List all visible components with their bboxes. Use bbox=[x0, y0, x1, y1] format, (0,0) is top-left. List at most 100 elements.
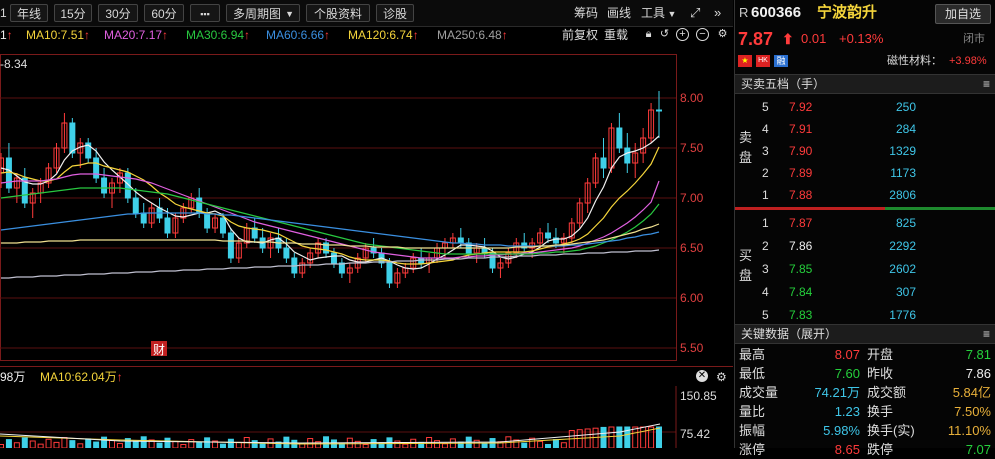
volume-bar bbox=[172, 440, 179, 448]
volume-bar bbox=[227, 438, 234, 448]
key-value: 7.86 bbox=[965, 366, 991, 381]
ma5-label: 1↑ bbox=[0, 28, 13, 42]
settings-gear-icon[interactable]: ⚙ bbox=[716, 367, 727, 387]
add-watchlist-button[interactable]: 加自选 bbox=[935, 4, 991, 24]
level: 4 bbox=[762, 285, 769, 299]
vol-ma5-label: 98万 bbox=[0, 370, 26, 384]
volume: 1173 bbox=[890, 166, 916, 180]
sell-row[interactable]: 4 7.91 284 bbox=[735, 119, 995, 139]
buy-row[interactable]: 4 7.84 307 bbox=[735, 282, 995, 302]
candle-body bbox=[616, 127, 623, 149]
candle-body bbox=[386, 262, 393, 284]
buy-row[interactable]: 2 7.86 2292 bbox=[735, 236, 995, 256]
volume: 250 bbox=[895, 100, 916, 114]
ma60-label: MA60:6.66↑ bbox=[266, 28, 331, 42]
candle-body bbox=[204, 212, 211, 229]
buy-row[interactable]: 3 7.85 2602 bbox=[735, 259, 995, 279]
keydata-row: 量比 1.23 换手 7.50% bbox=[735, 402, 995, 421]
ma250-label: MA250:6.48↑ bbox=[437, 28, 508, 42]
period-15min-button[interactable]: 15分 bbox=[54, 4, 92, 22]
up-arrow-icon: ⬆ bbox=[782, 31, 794, 47]
volume-chart[interactable]: 150.85 75.42 bbox=[0, 386, 733, 448]
overlay-button[interactable]: 重载 bbox=[604, 26, 628, 44]
key-value: 8.07 bbox=[834, 347, 860, 362]
keydata-row: 最高 8.07 开盘 7.81 bbox=[735, 345, 995, 364]
orderbook-header[interactable]: 买卖五档（手） ≡ bbox=[735, 74, 995, 94]
menu-icon[interactable]: ≡ bbox=[983, 75, 990, 93]
volume: 2602 bbox=[889, 262, 916, 276]
y-tick-label: 7.50 bbox=[680, 141, 704, 155]
fullscreen-icon[interactable]: ⤢ bbox=[690, 4, 700, 22]
volume: 307 bbox=[895, 285, 916, 299]
diagnose-button[interactable]: 诊股 bbox=[376, 4, 414, 22]
level: 3 bbox=[762, 262, 769, 276]
volume: 825 bbox=[895, 216, 916, 230]
sell-row[interactable]: 3 7.90 1329 bbox=[735, 141, 995, 161]
volume: 2292 bbox=[889, 239, 916, 253]
adjust-button[interactable]: 前复权 bbox=[562, 26, 598, 44]
period-year-button[interactable]: 年线 bbox=[10, 4, 48, 22]
concept-label[interactable]: 磁性材料： bbox=[887, 53, 942, 69]
y-tick-label: 7.00 bbox=[680, 191, 704, 205]
buy-row[interactable]: 1 7.87 825 bbox=[735, 213, 995, 233]
price: 7.85 bbox=[789, 262, 813, 276]
volume: 284 bbox=[895, 122, 916, 136]
level: 5 bbox=[762, 100, 769, 114]
candle-body bbox=[132, 197, 139, 214]
price: 7.90 bbox=[789, 144, 813, 158]
volume-bar bbox=[69, 440, 76, 448]
volume-bar bbox=[632, 426, 639, 448]
volume-bar bbox=[0, 444, 4, 448]
zoom-in-icon[interactable]: + bbox=[676, 28, 689, 41]
tags-line: ★ HK 融 磁性材料： +3.98% bbox=[735, 53, 995, 69]
keydata-row: 振幅 5.98% 换手(实) 11.10% bbox=[735, 421, 995, 440]
key-label: 换手(实) bbox=[867, 423, 915, 438]
volume-bar bbox=[560, 442, 567, 448]
sell-row[interactable]: 5 7.92 250 bbox=[735, 97, 995, 117]
chips-button[interactable]: 筹码 bbox=[574, 4, 598, 22]
period-60min-button[interactable]: 60分 bbox=[144, 4, 184, 22]
volume-bar bbox=[45, 438, 52, 448]
draw-line-button[interactable]: 画线 bbox=[607, 4, 631, 22]
price: 7.88 bbox=[789, 188, 813, 202]
key-label: 最低 bbox=[739, 366, 766, 381]
period-30min-button[interactable]: 30分 bbox=[98, 4, 138, 22]
volume-bar bbox=[53, 441, 60, 448]
menu-icon[interactable]: ≡ bbox=[983, 325, 990, 343]
keydata-header[interactable]: 关键数据（展开） ≡ bbox=[735, 324, 995, 344]
sell-row[interactable]: 2 7.89 1173 bbox=[735, 163, 995, 183]
undo-icon[interactable]: ↺ bbox=[658, 28, 671, 41]
candle-body bbox=[219, 217, 226, 234]
candle-body bbox=[600, 157, 607, 169]
price-line: 7.87 ⬆ 0.01 +0.13% 闭市 bbox=[735, 27, 995, 51]
settings-gear-icon[interactable]: ⚙ bbox=[716, 28, 729, 41]
multi-period-dropdown[interactable]: 多周期图 ▼ bbox=[226, 4, 300, 22]
zoom-out-icon[interactable]: − bbox=[696, 28, 709, 41]
volume-bar bbox=[204, 437, 211, 448]
key-label: 振幅 bbox=[739, 423, 766, 438]
volume-bar bbox=[434, 440, 441, 448]
orderbook-title: 买卖五档（手） bbox=[741, 77, 826, 91]
more-periods-button[interactable]: ▪▪▪ bbox=[190, 4, 220, 22]
volume-bar bbox=[164, 437, 171, 448]
collapse-right-icon[interactable]: » bbox=[714, 4, 721, 22]
price-change-pct: +0.13% bbox=[839, 31, 884, 46]
volume-bar bbox=[85, 438, 92, 448]
volume-bar bbox=[521, 442, 528, 448]
period-toolbar: 1 年线 15分 30分 60分 ▪▪▪ 多周期图 ▼ 个股资料 诊股 筹码 画线… bbox=[0, 0, 733, 27]
candle-body bbox=[656, 109, 662, 112]
stock-info-button[interactable]: 个股资料 bbox=[306, 4, 370, 22]
price: 7.92 bbox=[789, 100, 813, 114]
volume-bar bbox=[13, 442, 20, 448]
close-icon[interactable]: ✕ bbox=[696, 370, 708, 382]
candle-body bbox=[69, 122, 76, 154]
buy-row[interactable]: 5 7.83 1776 bbox=[735, 305, 995, 325]
key-label: 最高 bbox=[739, 347, 766, 362]
tools-dropdown[interactable]: 工具 ▼ bbox=[641, 4, 676, 22]
chevron-down-icon: ▼ bbox=[285, 9, 294, 19]
level: 3 bbox=[762, 144, 769, 158]
lock-icon[interactable]: 🔒︎ bbox=[642, 28, 655, 41]
sell-row[interactable]: 1 7.88 2806 bbox=[735, 185, 995, 205]
kline-chart[interactable]: 8.00 7.50 7.00 6.50 6.00 5.50 -8.34 财 bbox=[0, 44, 733, 362]
period-1[interactable]: 1 bbox=[0, 4, 7, 22]
